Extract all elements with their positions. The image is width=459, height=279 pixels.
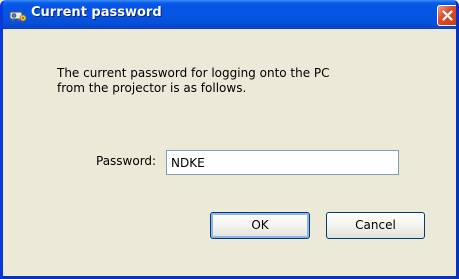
message-line-1: The current password for logging onto th…: [57, 66, 330, 80]
current-password-dialog: Current password The current password fo…: [0, 0, 459, 279]
projector-network-icon: [9, 7, 27, 23]
message-line-2: from the projector is as follows.: [57, 81, 247, 95]
password-label: Password:: [96, 154, 157, 168]
info-message: The current password for logging onto th…: [57, 66, 417, 96]
title-bar[interactable]: Current password: [3, 0, 456, 29]
password-field[interactable]: [166, 150, 399, 175]
dialog-title: Current password: [31, 5, 162, 20]
ok-button[interactable]: OK: [210, 212, 310, 239]
cancel-button[interactable]: Cancel: [326, 212, 425, 239]
close-button[interactable]: [437, 5, 456, 26]
